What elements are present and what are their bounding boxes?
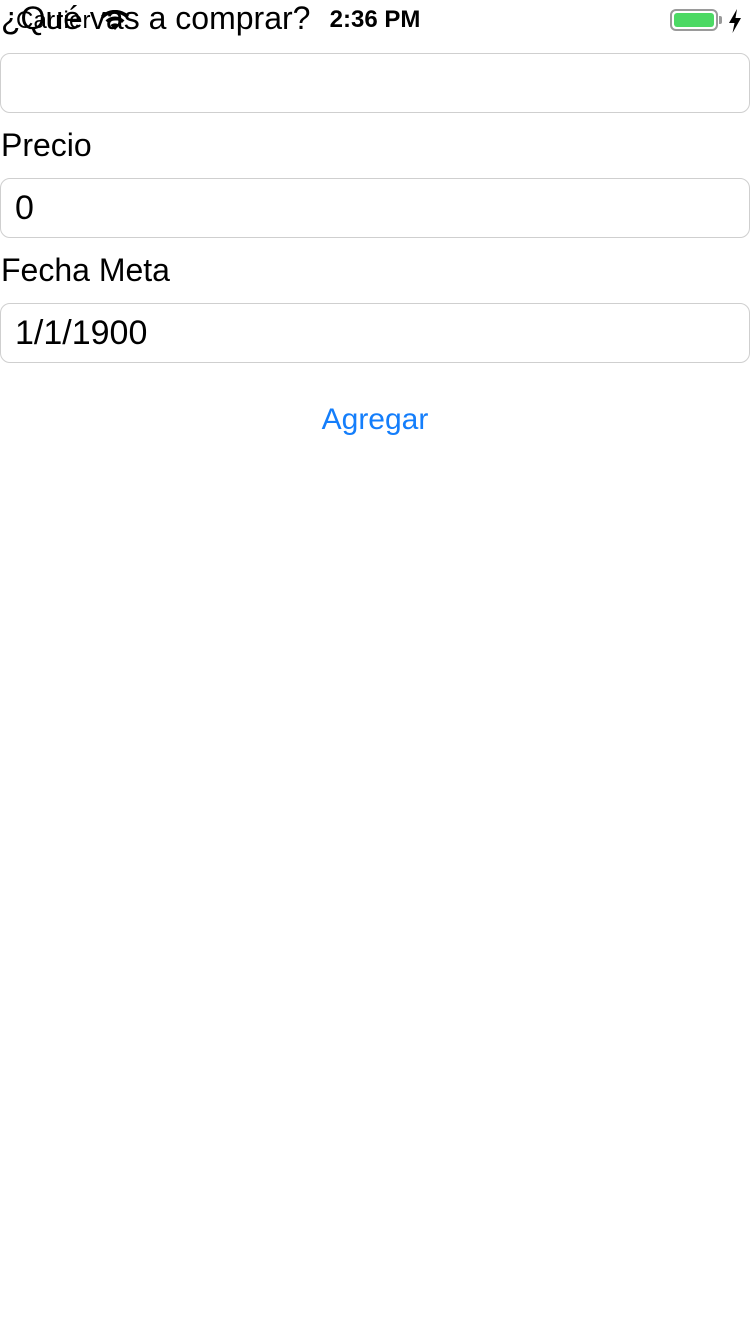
target-date-label: Fecha Meta [1, 252, 170, 288]
charging-bolt-icon [727, 8, 743, 34]
screen: Carrier 2:36 PM ¿Qué vas a comprar? Prec… [0, 0, 750, 1334]
price-input[interactable] [0, 178, 750, 238]
target-date-input[interactable] [0, 303, 750, 363]
battery-level-fill [674, 13, 714, 27]
price-label: Precio [1, 127, 92, 163]
status-bar: Carrier 2:36 PM [0, 0, 750, 40]
battery-icon [670, 9, 718, 31]
battery-cap [719, 16, 722, 24]
status-time: 2:36 PM [329, 6, 421, 33]
add-button[interactable]: Agregar [0, 400, 750, 440]
item-input[interactable] [0, 53, 750, 113]
